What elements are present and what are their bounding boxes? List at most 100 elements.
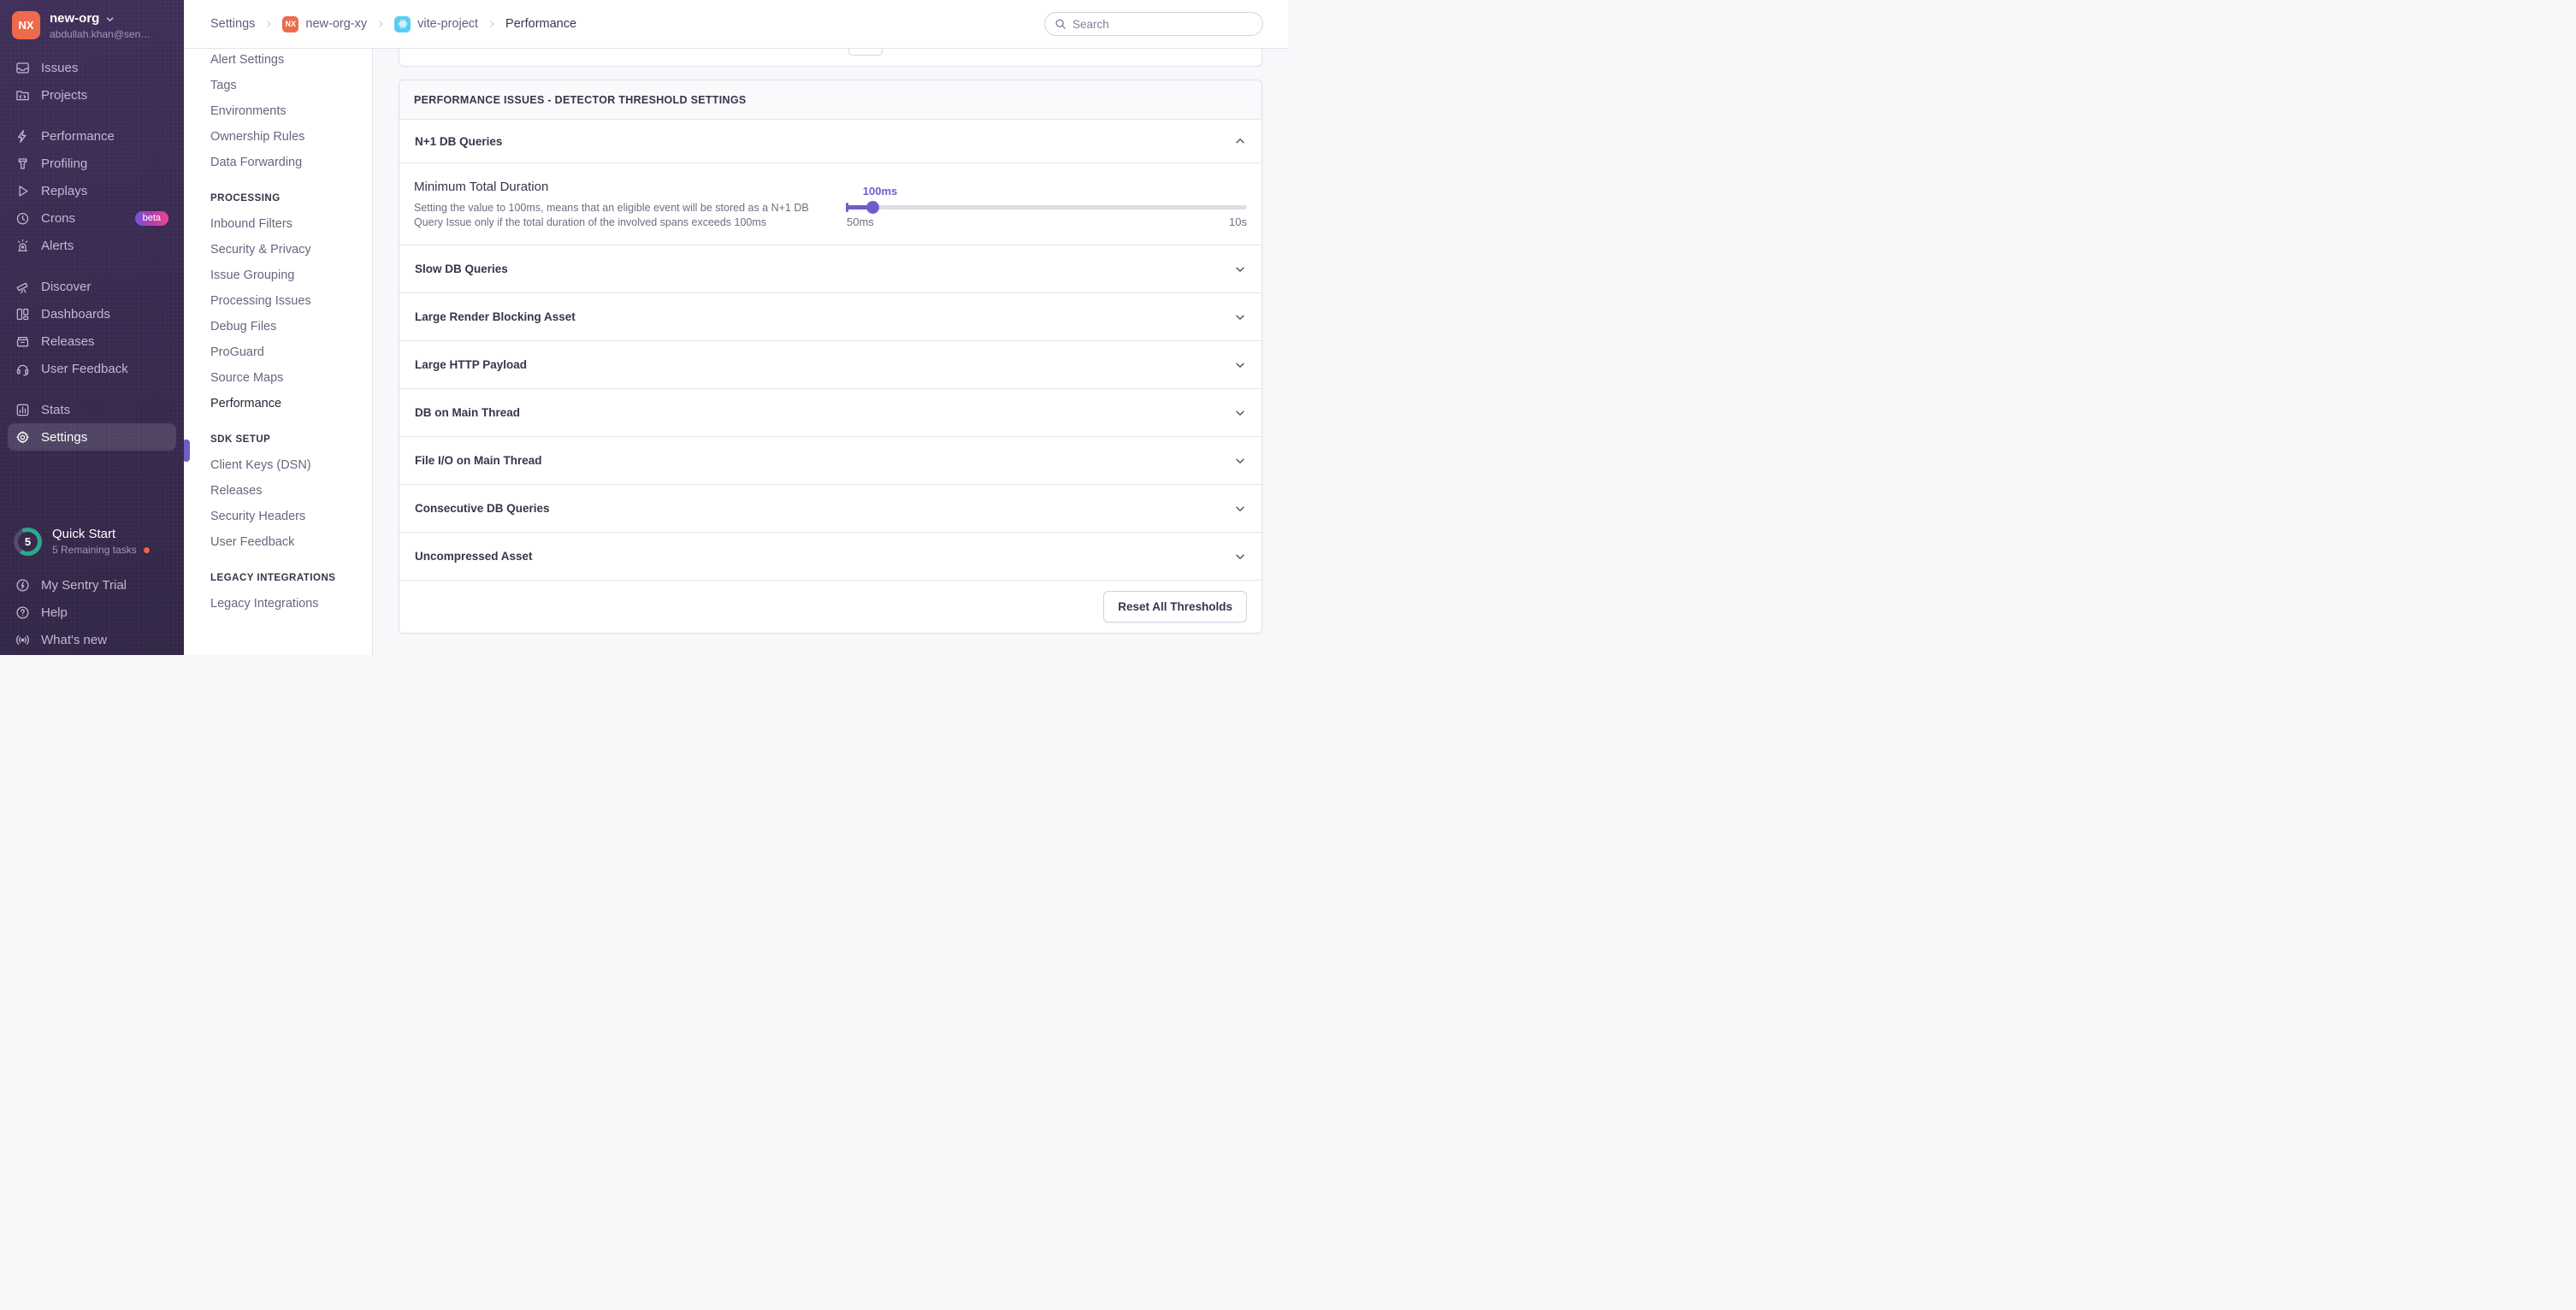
settings-nav-data-forwarding[interactable]: Data Forwarding xyxy=(184,150,372,175)
slider-thumb[interactable] xyxy=(866,201,879,214)
sidebar-item-my-sentry-trial[interactable]: My Sentry Trial xyxy=(8,571,176,599)
sidebar-item-issues[interactable]: Issues xyxy=(8,54,176,81)
settings-nav-security-privacy[interactable]: Security & Privacy xyxy=(184,237,372,263)
accordion-row-large-http-payload[interactable]: Large HTTP Payload xyxy=(399,340,1261,388)
sentry-settings-screen: NX new-org abdullah.khan@sen… Issues Pro… xyxy=(0,0,1288,655)
chevron-down-icon xyxy=(1234,359,1246,371)
settings-nav-ownership-rules[interactable]: Ownership Rules xyxy=(184,124,372,150)
search-box[interactable] xyxy=(1044,12,1263,36)
settings-nav-debug-files[interactable]: Debug Files xyxy=(184,314,372,339)
settings-nav-security-headers[interactable]: Security Headers xyxy=(184,504,372,529)
sidebar-item-releases[interactable]: Releases xyxy=(8,328,176,355)
settings-nav-proguard[interactable]: ProGuard xyxy=(184,339,372,365)
sidebar-item-discover[interactable]: Discover xyxy=(8,273,176,300)
accordion-row-large-render-blocking-asset[interactable]: Large Render Blocking Asset xyxy=(399,292,1261,340)
scrolled-card-remainder xyxy=(399,49,1262,67)
settings-nav-section-sdk-setup: SDK SETUP xyxy=(184,427,372,452)
settings-nav-source-maps[interactable]: Source Maps xyxy=(184,365,372,391)
chevron-down-icon xyxy=(1234,551,1246,563)
org-name: new-org xyxy=(50,11,99,27)
sidebar-item-profiling[interactable]: Profiling xyxy=(8,150,176,177)
sidebar-item-label: Profiling xyxy=(41,156,87,171)
sidebar-item-replays[interactable]: Replays xyxy=(8,177,176,204)
breadcrumb-page: Performance xyxy=(505,17,576,31)
slider-track[interactable] xyxy=(847,205,1247,209)
accordion-row-uncompressed-asset[interactable]: Uncompressed Asset xyxy=(399,532,1261,580)
main-sidebar: NX new-org abdullah.khan@sen… Issues Pro… xyxy=(0,0,184,655)
sidebar-item-label: Stats xyxy=(41,403,70,417)
projects-icon xyxy=(15,88,30,103)
reset-all-thresholds-button[interactable]: Reset All Thresholds xyxy=(1103,591,1247,623)
settings-nav: Alert Settings Tags Environments Ownersh… xyxy=(184,49,373,655)
chevron-down-icon xyxy=(105,15,115,24)
sidebar-item-label: User Feedback xyxy=(41,362,128,376)
sidebar-item-label: Crons xyxy=(41,211,75,226)
settings-nav-tags[interactable]: Tags xyxy=(184,73,372,98)
breadcrumb-project[interactable]: vite-project xyxy=(394,16,478,32)
search-input[interactable] xyxy=(1072,18,1253,31)
breadcrumb-settings[interactable]: Settings xyxy=(210,17,255,31)
slider-value-label: 100ms xyxy=(863,185,1247,198)
sidebar-item-label: Help xyxy=(41,605,68,620)
sidebar-item-label: Performance xyxy=(41,129,115,144)
panel-footer: Reset All Thresholds xyxy=(399,580,1261,633)
threshold-setting-row: Minimum Total Duration Setting the value… xyxy=(399,162,1261,245)
quick-start-count: 5 xyxy=(14,528,42,556)
accordion-row-label: Large Render Blocking Asset xyxy=(415,310,576,323)
settings-nav-client-keys[interactable]: Client Keys (DSN) xyxy=(184,452,372,478)
dashboards-icon xyxy=(15,307,30,322)
org-avatar: NX xyxy=(12,11,40,39)
breadcrumb-org[interactable]: NX new-org-xy xyxy=(282,16,367,32)
sidebar-item-alerts[interactable]: Alerts xyxy=(8,232,176,259)
settings-nav-section-legacy: LEGACY INTEGRATIONS xyxy=(184,565,372,591)
settings-nav-processing-issues[interactable]: Processing Issues xyxy=(184,288,372,314)
slider-group: 100ms 50ms 10s xyxy=(835,179,1247,230)
sidebar-item-stats[interactable]: Stats xyxy=(8,396,176,423)
settings-nav-releases[interactable]: Releases xyxy=(184,478,372,504)
react-logo-icon xyxy=(394,16,411,32)
nav-divider-gap xyxy=(8,109,176,122)
settings-nav-legacy-integrations[interactable]: Legacy Integrations xyxy=(184,591,372,617)
accordion-row-slow-db-queries[interactable]: Slow DB Queries xyxy=(399,245,1261,292)
slider-min-cap xyxy=(846,203,848,212)
accordion-row-label: Slow DB Queries xyxy=(415,263,508,275)
setting-description-line1: Setting the value to 100ms, means that a… xyxy=(414,202,809,214)
sidebar-item-whats-new[interactable]: What's new xyxy=(8,626,176,653)
accordion-row-db-on-main-thread[interactable]: DB on Main Thread xyxy=(399,388,1261,436)
settings-nav-environments[interactable]: Environments xyxy=(184,98,372,124)
panel-title: PERFORMANCE ISSUES - DETECTOR THRESHOLD … xyxy=(399,80,1261,120)
search-icon xyxy=(1055,18,1066,30)
profiling-icon xyxy=(15,156,30,171)
detector-threshold-panel: PERFORMANCE ISSUES - DETECTOR THRESHOLD … xyxy=(399,80,1262,634)
sidebar-item-settings[interactable]: Settings xyxy=(8,423,176,451)
sidebar-item-label: Settings xyxy=(41,430,87,445)
sidebar-item-projects[interactable]: Projects xyxy=(8,81,176,109)
settings-nav-user-feedback[interactable]: User Feedback xyxy=(184,529,372,555)
accordion-row-n1-db-queries[interactable]: N+1 DB Queries xyxy=(399,120,1261,162)
slider-min-label: 50ms xyxy=(847,215,874,228)
sidebar-item-help[interactable]: Help xyxy=(8,599,176,626)
chevron-down-icon xyxy=(1234,503,1246,515)
org-switcher[interactable]: NX new-org abdullah.khan@sen… xyxy=(0,0,184,49)
chevron-down-icon xyxy=(1234,455,1246,467)
settings-nav-inbound-filters[interactable]: Inbound Filters xyxy=(184,211,372,237)
settings-nav-alert-settings[interactable]: Alert Settings xyxy=(184,47,372,73)
sidebar-item-crons[interactable]: Crons beta xyxy=(8,204,176,232)
top-bar: Settings NX new-org-xy vite-project Perf… xyxy=(184,0,1288,49)
sidebar-item-performance[interactable]: Performance xyxy=(8,122,176,150)
accordion-row-file-io-on-main-thread[interactable]: File I/O on Main Thread xyxy=(399,436,1261,484)
sidebar-item-dashboards[interactable]: Dashboards xyxy=(8,300,176,328)
settings-nav-issue-grouping[interactable]: Issue Grouping xyxy=(184,263,372,288)
stats-icon xyxy=(15,403,30,417)
settings-nav-performance[interactable]: Performance xyxy=(184,391,372,416)
accordion-row-label: Consecutive DB Queries xyxy=(415,502,550,515)
crons-icon xyxy=(15,211,30,226)
accordion-row-consecutive-db-queries[interactable]: Consecutive DB Queries xyxy=(399,484,1261,532)
nav-divider-gap xyxy=(8,382,176,396)
releases-icon xyxy=(15,334,30,349)
accordion-row-label: Uncompressed Asset xyxy=(415,550,533,563)
sidebar-item-user-feedback[interactable]: User Feedback xyxy=(8,355,176,382)
sidebar-item-label: Replays xyxy=(41,184,87,198)
cut-off-control xyxy=(848,48,883,56)
quick-start-widget[interactable]: 5 Quick Start 5 Remaining tasks xyxy=(8,522,176,560)
